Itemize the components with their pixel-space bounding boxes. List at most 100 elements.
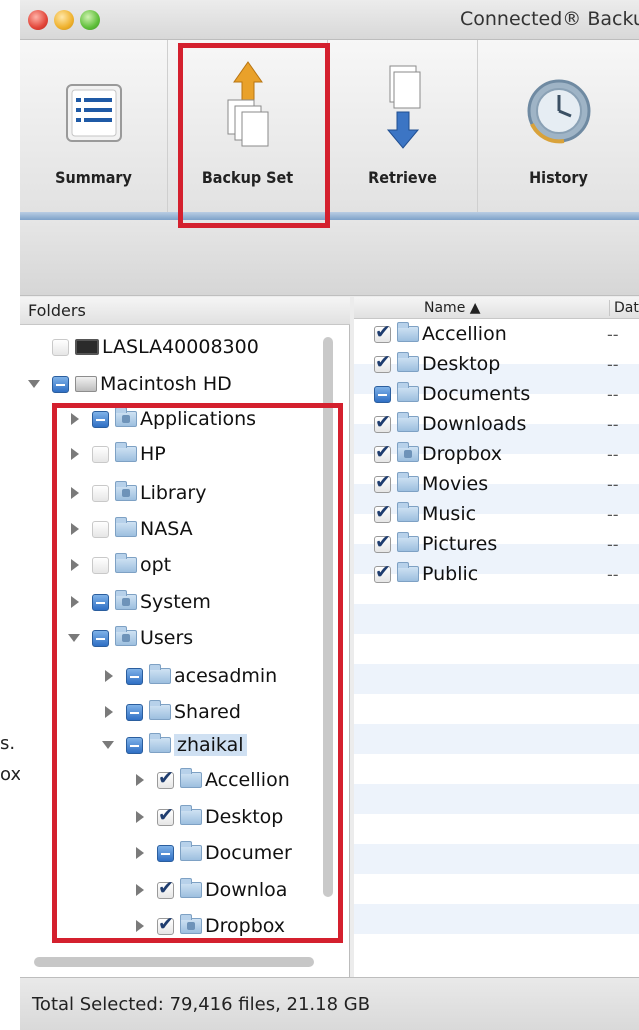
disclosure-down-icon[interactable] — [28, 377, 42, 391]
outside-text-fragment-1: s. — [0, 733, 16, 754]
tree-checkbox[interactable] — [92, 484, 109, 502]
tree-item-label: HP — [140, 443, 166, 465]
folder-icon — [397, 562, 419, 582]
column-header-name[interactable]: Name ▲ — [424, 300, 481, 316]
disclosure-right-icon[interactable] — [133, 846, 147, 860]
tree-checkbox[interactable] — [157, 767, 174, 789]
disclosure-right-icon[interactable] — [68, 447, 82, 461]
drive-icon — [75, 376, 97, 392]
list-item[interactable]: Music — [374, 499, 476, 529]
folder-icon — [180, 914, 202, 934]
toolbar-summary-button[interactable]: Summary — [20, 40, 168, 212]
tree-checkbox[interactable] — [157, 804, 174, 826]
list-item[interactable]: Public — [374, 559, 478, 589]
tree-item-shared[interactable]: Shared — [102, 697, 241, 727]
folder-icon — [397, 442, 419, 462]
tree-item-label: System — [140, 591, 211, 613]
list-checkbox[interactable] — [374, 441, 391, 463]
list-item-date: -- — [607, 505, 619, 524]
minimize-window-button[interactable] — [54, 10, 74, 30]
list-checkbox[interactable] — [374, 351, 391, 373]
tree-item-label: Macintosh HD — [100, 373, 232, 395]
list-item[interactable]: Desktop — [374, 349, 500, 379]
tree-checkbox[interactable] — [126, 736, 143, 754]
column-header-date[interactable]: Dat — [609, 300, 639, 316]
list-checkbox[interactable] — [374, 411, 391, 433]
tree-checkbox[interactable] — [92, 593, 109, 611]
tree-checkbox[interactable] — [92, 445, 109, 463]
tree-checkbox[interactable] — [92, 520, 109, 538]
tree-item-dropbox[interactable]: Dropbox — [133, 911, 285, 941]
tree-item-lasla40008300[interactable]: LASLA40008300 — [28, 332, 259, 362]
list-checkbox[interactable] — [374, 385, 391, 403]
list-item[interactable]: Pictures — [374, 529, 497, 559]
list-header: Name ▲ Dat — [354, 297, 639, 319]
disclosure-right-icon[interactable] — [68, 595, 82, 609]
list-checkbox[interactable] — [374, 501, 391, 523]
tree-item-label: NASA — [140, 518, 193, 540]
folders-vertical-scrollbar[interactable] — [323, 337, 333, 897]
tree-item-zhaikal[interactable]: zhaikal — [102, 730, 247, 760]
tree-item-documents[interactable]: Documer — [133, 838, 292, 868]
title-bar: Connected® Backu — [20, 0, 639, 40]
zoom-window-button[interactable] — [80, 10, 100, 30]
disclosure-right-icon[interactable] — [133, 773, 147, 787]
folders-pane: Folders LASLA40008300 Macintosh HD Appli… — [20, 297, 350, 977]
close-window-button[interactable] — [28, 10, 48, 30]
tree-item-desktop[interactable]: Desktop — [133, 802, 283, 832]
tree-checkbox[interactable] — [157, 877, 174, 899]
disclosure-right-icon[interactable] — [68, 558, 82, 572]
disclosure-right-icon[interactable] — [133, 883, 147, 897]
list-item[interactable]: Documents — [374, 379, 530, 409]
tree-item-label: Downloa — [205, 879, 288, 901]
tree-item-hp[interactable]: HP — [68, 439, 166, 469]
main-toolbar: Summary Backup Set Retrieve History — [20, 40, 639, 212]
tree-checkbox[interactable] — [157, 844, 174, 862]
tree-item-opt[interactable]: opt — [68, 550, 171, 580]
toolbar-history-button[interactable]: History — [478, 40, 639, 212]
tree-checkbox[interactable] — [126, 667, 143, 685]
tree-item-system[interactable]: System — [68, 587, 211, 617]
tree-item-downloads[interactable]: Downloa — [133, 875, 287, 905]
tree-item-acesadmin[interactable]: acesadmin — [102, 661, 277, 691]
tree-checkbox[interactable] — [126, 703, 143, 721]
tree-checkbox[interactable] — [157, 913, 174, 935]
tree-item-applications[interactable]: Applications — [68, 404, 256, 434]
tree-item-accellion[interactable]: Accellion — [133, 765, 290, 795]
tree-checkbox[interactable] — [52, 375, 69, 393]
disclosure-right-icon[interactable] — [68, 412, 82, 426]
disclosure-right-icon[interactable] — [133, 919, 147, 933]
disclosure-right-icon[interactable] — [133, 810, 147, 824]
folder-icon — [397, 532, 419, 552]
disclosure-right-icon[interactable] — [102, 705, 116, 719]
tree-checkbox[interactable] — [52, 338, 69, 356]
list-checkbox[interactable] — [374, 531, 391, 553]
disclosure-down-icon[interactable] — [102, 738, 116, 752]
folder-icon — [115, 517, 137, 537]
tree-item-nasa[interactable]: NASA — [68, 514, 193, 544]
disclosure-down-icon[interactable] — [68, 631, 82, 645]
list-item[interactable]: Dropbox — [374, 439, 502, 469]
list-item-date: -- — [607, 445, 619, 464]
toolbar-retrieve-button[interactable]: Retrieve — [328, 40, 478, 212]
tree-item-library[interactable]: Library — [68, 478, 206, 508]
tree-checkbox[interactable] — [92, 410, 109, 428]
tree-checkbox[interactable] — [92, 556, 109, 574]
folders-horizontal-scrollbar[interactable] — [34, 957, 314, 967]
disclosure-right-icon[interactable] — [68, 522, 82, 536]
list-checkbox[interactable] — [374, 471, 391, 493]
tree-checkbox[interactable] — [92, 629, 109, 647]
list-checkbox[interactable] — [374, 561, 391, 583]
tree-item-label: Dropbox — [205, 915, 286, 937]
tree-item-label: opt — [140, 554, 172, 576]
disclosure-right-icon[interactable] — [102, 669, 116, 683]
list-checkbox[interactable] — [374, 321, 391, 343]
toolbar-backup-set-button[interactable]: Backup Set — [168, 40, 328, 212]
list-item[interactable]: Movies — [374, 469, 488, 499]
list-item[interactable]: Downloads — [374, 409, 526, 439]
list-item[interactable]: Accellion — [374, 319, 507, 349]
tree-item-macintosh-hd[interactable]: Macintosh HD — [28, 369, 232, 399]
disclosure-right-icon[interactable] — [68, 486, 82, 500]
tree-item-users[interactable]: Users — [68, 623, 193, 653]
folder-icon — [115, 553, 137, 573]
